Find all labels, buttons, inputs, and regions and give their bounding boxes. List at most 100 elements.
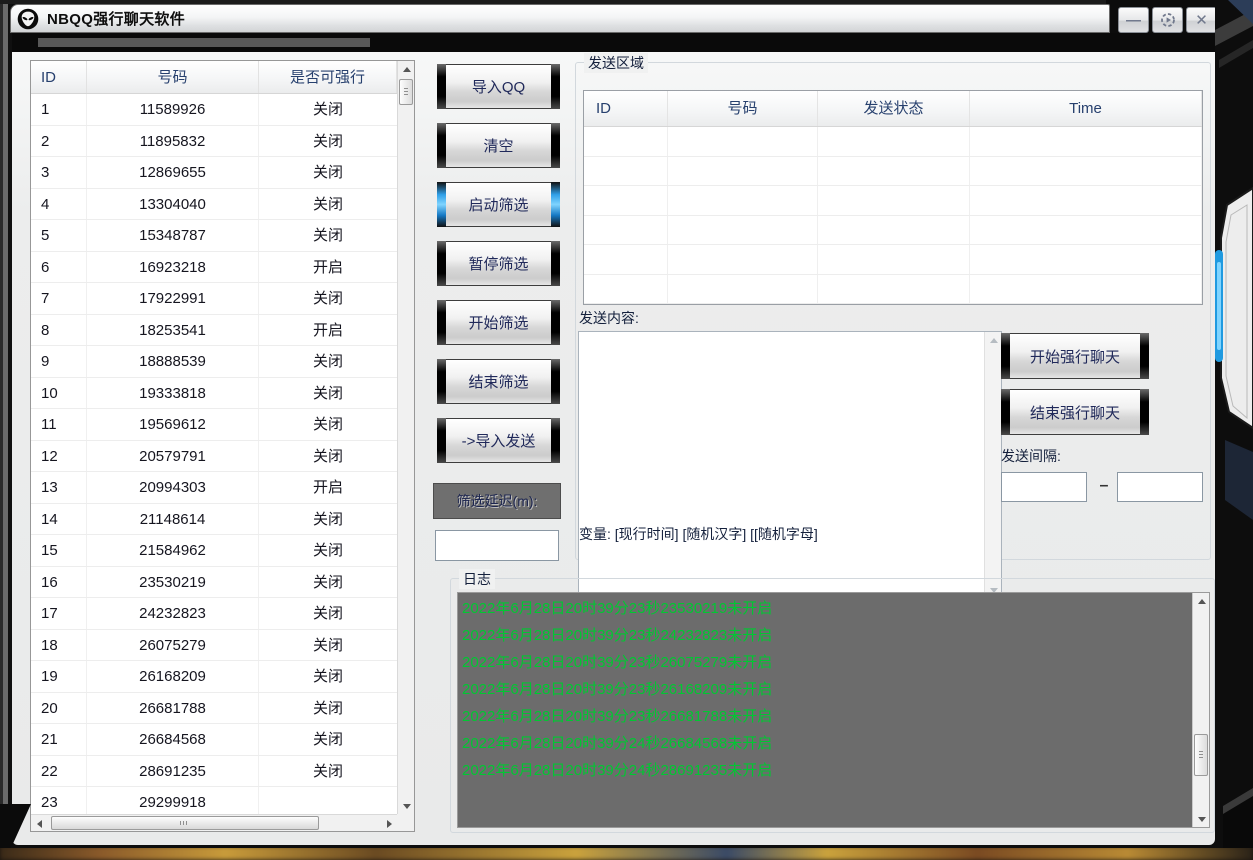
cell-status — [818, 216, 970, 245]
table-row[interactable]: 918888539关闭 — [31, 346, 397, 378]
table-row[interactable]: 1320994303开启 — [31, 472, 397, 504]
cell-force-status: 关闭 — [259, 126, 397, 157]
cell-id: 5 — [31, 220, 87, 251]
table-row[interactable]: 2126684568关闭 — [31, 724, 397, 756]
table-row[interactable]: 111589926关闭 — [31, 94, 397, 126]
send-col-status[interactable]: 发送状态 — [818, 91, 970, 126]
vertical-scroll-thumb[interactable] — [399, 79, 413, 105]
cell-number: 15348787 — [87, 220, 259, 251]
qq-horizontal-scrollbar[interactable] — [31, 814, 397, 831]
cell-number: 21148614 — [87, 504, 259, 535]
end-filter-button[interactable]: 结束筛选 — [437, 359, 560, 404]
log-scroll-thumb[interactable] — [1194, 734, 1208, 776]
begin-filter-button[interactable]: 开始筛选 — [437, 300, 560, 345]
send-content-textarea[interactable] — [578, 331, 1002, 599]
scroll-up-icon[interactable] — [1193, 593, 1210, 609]
table-row[interactable]: 1826075279关闭 — [31, 630, 397, 662]
table-row[interactable]: 1119569612关闭 — [31, 409, 397, 441]
cell-number: 12869655 — [87, 157, 259, 188]
cell-id — [584, 186, 668, 215]
end-force-chat-button[interactable]: 结束强行聊天 — [1001, 389, 1149, 435]
cell-number — [668, 245, 818, 274]
table-row[interactable]: 312869655关闭 — [31, 157, 397, 189]
import-to-send-button[interactable]: ->导入发送 — [437, 418, 560, 463]
scroll-up-icon[interactable] — [398, 61, 415, 77]
send-col-number[interactable]: 号码 — [668, 91, 818, 126]
table-row[interactable]: 2228691235关闭 — [31, 756, 397, 788]
qq-vertical-scrollbar[interactable] — [397, 61, 414, 814]
table-row[interactable]: 1521584962关闭 — [31, 535, 397, 567]
clear-button[interactable]: 清空 — [437, 123, 560, 168]
table-row — [584, 245, 1202, 275]
scroll-left-icon[interactable] — [31, 815, 47, 832]
cell-id: 9 — [31, 346, 87, 377]
table-row[interactable]: 616923218开启 — [31, 252, 397, 284]
table-row[interactable]: 717922991关闭 — [31, 283, 397, 315]
import-qq-button[interactable]: 导入QQ — [437, 64, 560, 109]
table-row[interactable]: 1421148614关闭 — [31, 504, 397, 536]
send-col-id[interactable]: ID — [584, 91, 668, 126]
log-scrollbar[interactable] — [1192, 593, 1209, 827]
cell-time — [970, 186, 1202, 215]
table-row[interactable]: 818253541开启 — [31, 315, 397, 347]
table-row[interactable]: 1724232823关闭 — [31, 598, 397, 630]
cell-number: 18253541 — [87, 315, 259, 346]
cell-id: 3 — [31, 157, 87, 188]
table-row[interactable]: 515348787关闭 — [31, 220, 397, 252]
table-row — [584, 275, 1202, 305]
table-row[interactable]: 211895832关闭 — [31, 126, 397, 158]
close-button[interactable]: ✕ — [1186, 7, 1217, 33]
table-row — [584, 127, 1202, 157]
launch-filter-button[interactable]: 启动筛选 — [437, 182, 560, 227]
cell-force-status: 关闭 — [259, 94, 397, 125]
scroll-down-icon[interactable] — [1193, 811, 1210, 827]
cell-number: 19569612 — [87, 409, 259, 440]
horizontal-scroll-thumb[interactable] — [51, 816, 319, 830]
send-table[interactable]: ID 号码 发送状态 Time — [583, 90, 1203, 305]
table-row[interactable]: 2329299918 — [31, 787, 397, 814]
interval-from-input[interactable] — [1001, 472, 1087, 502]
cell-id: 22 — [31, 756, 87, 787]
cell-id: 11 — [31, 409, 87, 440]
titlebar[interactable]: NBQQ强行聊天软件 — [10, 4, 1110, 33]
app-window: NBQQ强行聊天软件 — ✕ ID 号码 是否可强行 111589926关闭21… — [0, 0, 1253, 848]
start-force-chat-button[interactable]: 开始强行聊天 — [1001, 333, 1149, 379]
table-row[interactable]: 1019333818关闭 — [31, 378, 397, 410]
cell-number: 13304040 — [87, 189, 259, 220]
scrollbar-corner — [397, 814, 414, 831]
table-row[interactable]: 2026681788关闭 — [31, 693, 397, 725]
cell-number: 26168209 — [87, 661, 259, 692]
cell-id — [584, 245, 668, 274]
scroll-down-icon[interactable] — [398, 798, 415, 814]
settings-button[interactable] — [1152, 7, 1183, 33]
cell-status — [818, 157, 970, 186]
table-row[interactable]: 1926168209关闭 — [31, 661, 397, 693]
interval-to-input[interactable] — [1117, 472, 1203, 502]
table-row[interactable]: 1623530219关闭 — [31, 567, 397, 599]
cell-number — [668, 127, 818, 156]
scroll-right-icon[interactable] — [381, 815, 397, 832]
qq-col-force[interactable]: 是否可强行 — [259, 61, 397, 93]
log-textarea[interactable]: 2022年6月28日20时39分23秒23530219未开启2022年6月28日… — [457, 592, 1210, 828]
cell-number: 21584962 — [87, 535, 259, 566]
cell-number: 19333818 — [87, 378, 259, 409]
content-scrollbar[interactable] — [984, 332, 1001, 598]
log-title: 日志 — [459, 569, 495, 589]
window-frame-left — [0, 0, 12, 848]
cell-id — [584, 216, 668, 245]
cell-id: 21 — [31, 724, 87, 755]
cell-force-status: 开启 — [259, 252, 397, 283]
filter-delay-input[interactable] — [435, 530, 559, 561]
qq-list-table[interactable]: ID 号码 是否可强行 111589926关闭211895832关闭312869… — [30, 60, 415, 832]
scroll-up-icon[interactable] — [985, 332, 1002, 348]
pause-filter-button[interactable]: 暂停筛选 — [437, 241, 560, 286]
send-col-time[interactable]: Time — [970, 91, 1202, 126]
table-row[interactable]: 413304040关闭 — [31, 189, 397, 221]
cell-time — [970, 127, 1202, 156]
table-row[interactable]: 1220579791关闭 — [31, 441, 397, 473]
interval-dash: – — [1094, 471, 1114, 501]
qq-col-number[interactable]: 号码 — [87, 61, 259, 93]
qq-col-id[interactable]: ID — [31, 61, 87, 93]
cell-id — [584, 275, 668, 304]
minimize-button[interactable]: — — [1118, 7, 1149, 33]
